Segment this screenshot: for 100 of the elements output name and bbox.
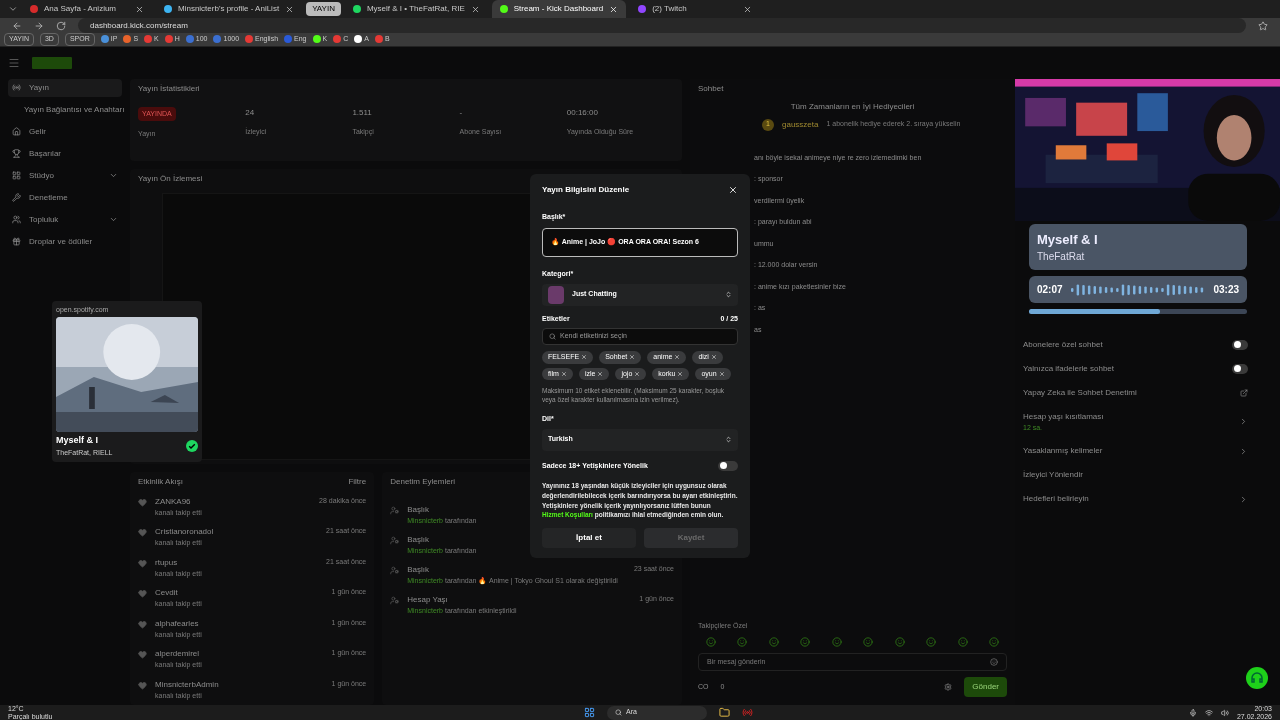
browser-tab[interactable]: Myself & I • TheFatRat, RIE (344, 0, 488, 18)
track-title: Myself & I (56, 434, 98, 447)
network-icon[interactable] (1204, 708, 1213, 717)
remove-icon[interactable] (581, 354, 588, 361)
reload-icon[interactable] (56, 20, 66, 31)
filter-button[interactable]: Filtre (348, 475, 367, 488)
heart-icon (138, 680, 147, 690)
chevron-icon (1239, 494, 1248, 504)
emote-icon[interactable] (926, 637, 937, 647)
chevron-icon (1239, 446, 1248, 456)
setting-label[interactable]: Abonelere özel sohbet (1023, 338, 1103, 351)
panel-title: Etkinlik Akışı (138, 475, 183, 488)
emote-icon[interactable] (831, 637, 842, 647)
microphone-icon[interactable] (1188, 708, 1197, 717)
leaderboard-title: Tüm Zamanların en İyi Hediyecileri (790, 100, 915, 113)
sidebar-item[interactable]: Denetleme (8, 188, 122, 207)
heart-icon (138, 497, 147, 507)
close-icon[interactable] (743, 4, 753, 14)
nav-icon (12, 127, 21, 136)
support-icon[interactable] (1246, 667, 1268, 689)
emote-icon[interactable] (737, 637, 748, 647)
emote-icon[interactable] (706, 637, 716, 647)
follower-name: ZANKA96 (155, 495, 191, 508)
close-icon[interactable] (135, 4, 144, 14)
follower-name: Cristianoronadol (155, 526, 214, 538)
folder-icon[interactable] (718, 707, 730, 719)
sidebar-item[interactable]: Yayın (8, 78, 122, 97)
remove-icon[interactable] (634, 370, 641, 377)
back-icon[interactable] (12, 20, 22, 31)
send-button[interactable]: Gönder (964, 677, 1007, 697)
remove-icon[interactable] (674, 354, 681, 361)
saved-check-icon[interactable] (186, 440, 198, 452)
app-icon[interactable] (741, 707, 753, 719)
panel-title: Yayın İstatistikleri (138, 82, 200, 95)
start-icon[interactable] (583, 707, 595, 719)
sidebar-item[interactable]: Droplar ve ödüller (8, 232, 122, 251)
emote-icon[interactable] (768, 637, 779, 647)
user-icon (390, 505, 400, 515)
toggle-switch[interactable] (1232, 363, 1248, 374)
emote-icon[interactable] (957, 637, 968, 647)
heart-icon (138, 589, 147, 598)
setting-label[interactable]: Yalnızca ifadelerle sohbet (1023, 362, 1115, 375)
setting-label[interactable]: Hesap yaşı kısıtlaması (1023, 410, 1104, 423)
nav-icon (12, 237, 21, 246)
stat-value: 24 (245, 106, 255, 119)
setting-label[interactable]: İzleyici Yönlendir (1023, 469, 1083, 481)
stat-value: - (459, 106, 463, 119)
follower-name: rtupus (155, 556, 178, 569)
toggle-switch[interactable] (1232, 339, 1248, 350)
close-icon[interactable] (609, 4, 619, 14)
sidebar-item[interactable]: Gelir (8, 122, 122, 141)
remove-icon[interactable] (710, 354, 717, 361)
close-icon[interactable] (728, 184, 738, 195)
select-arrows-icon (725, 436, 732, 444)
stat-value: 00:16:00 (566, 106, 598, 119)
setting-label[interactable]: Yapay Zeka ile Sohbet Denetimi (1023, 386, 1137, 399)
panel-title: Sohbet (698, 82, 724, 95)
elapsed-time: 02:07 (1037, 283, 1063, 297)
remove-icon[interactable] (629, 354, 636, 361)
sidebar-item[interactable]: Topluluk (8, 210, 122, 229)
menu-icon[interactable] (8, 56, 20, 69)
setting-label[interactable]: Yasaklanmış kelimeler (1023, 445, 1103, 457)
close-icon[interactable] (470, 4, 480, 14)
heart-icon (138, 650, 147, 659)
forward-icon[interactable] (34, 20, 44, 31)
bookmark-star-icon[interactable] (1258, 20, 1268, 31)
remove-icon[interactable] (597, 370, 604, 377)
emote-icon[interactable] (988, 637, 999, 647)
search-icon (549, 333, 556, 340)
remove-icon[interactable] (560, 370, 567, 377)
chevron-icon (109, 215, 118, 224)
sidebar-item[interactable]: Başarılar (8, 144, 122, 163)
tab-list-icon[interactable] (8, 4, 18, 14)
setting-label[interactable]: Hedefleri belirleyin (1023, 493, 1089, 505)
cancel-button[interactable]: İptal et (542, 528, 636, 549)
gifter-name: gausszeta (782, 118, 819, 131)
browser-tab[interactable]: (2) Twitch (630, 0, 761, 18)
sidebar-item[interactable]: Stüdyo (8, 166, 122, 185)
emote-icon[interactable] (894, 637, 905, 647)
browser-tab[interactable]: Stream - Kick Dashboard (491, 0, 627, 18)
logo-icon (32, 56, 72, 69)
browser-tab[interactable]: Ana Sayfa - Anizium (22, 0, 152, 18)
tab-group[interactable]: YAYIN (306, 2, 341, 16)
emoji-icon[interactable] (990, 658, 998, 666)
close-icon[interactable] (285, 4, 295, 14)
emote-icon[interactable] (800, 637, 811, 647)
total-time: 03:23 (1213, 283, 1239, 297)
toggle-switch[interactable] (718, 460, 738, 471)
select-arrows-icon (725, 291, 732, 298)
user-icon (390, 595, 400, 605)
dialog-title: Yayın Bilgisini Düzenle (542, 183, 630, 196)
emote-icon[interactable] (863, 637, 874, 647)
sidebar-item[interactable]: Yayın Bağlantısı ve Anahtarı (8, 100, 122, 119)
address-bar[interactable]: dashboard.kick.com/stream (78, 18, 1246, 33)
remove-icon[interactable] (677, 370, 684, 377)
settings-icon[interactable] (944, 683, 953, 691)
browser-tab[interactable]: Minsnicterb's profile - AniList (156, 0, 303, 18)
volume-icon[interactable] (1220, 708, 1229, 717)
search-icon (614, 709, 622, 717)
remove-icon[interactable] (718, 370, 725, 377)
